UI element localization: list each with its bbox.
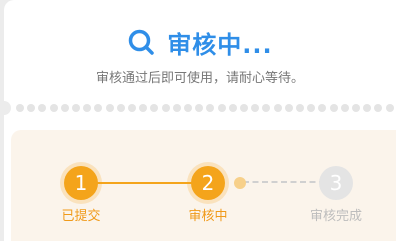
divider-dot — [284, 104, 293, 112]
divider-dot — [72, 104, 80, 112]
step-3-label: 审核完成 — [309, 209, 362, 224]
divider-dot — [49, 104, 58, 112]
step-3-number: 3 — [329, 171, 343, 195]
divider-dot — [240, 104, 248, 112]
divider-dot — [318, 104, 327, 112]
step-3-circle: 3 — [319, 166, 353, 200]
step-2-label: 审核中 — [188, 209, 228, 224]
divider-dot — [329, 104, 338, 112]
divider-dot — [273, 104, 282, 112]
divider-dot — [128, 104, 136, 112]
divider-dot — [161, 104, 170, 112]
step-1-number: 1 — [74, 171, 88, 195]
perforated-divider — [4, 101, 396, 115]
step-2-circle: 2 — [191, 166, 225, 200]
step-1-label: 已提交 — [61, 209, 101, 224]
divider-dot — [184, 104, 192, 112]
divider-dot — [296, 104, 304, 112]
divider-dot — [228, 104, 237, 112]
divider-dot — [385, 104, 394, 112]
divider-dot — [195, 104, 204, 112]
divider-dot — [340, 104, 349, 112]
divider-dot — [16, 104, 24, 112]
step-1-circle: 1 — [64, 166, 98, 200]
divider-dot — [83, 104, 92, 112]
divider-dot — [217, 104, 226, 112]
divider-dot — [116, 104, 125, 112]
search-icon — [129, 29, 155, 55]
divider-dot — [206, 104, 215, 112]
progress-indicator-dot — [234, 177, 246, 189]
divider-dot — [307, 104, 316, 112]
title-row: 审核中... — [4, 22, 396, 62]
step-connector-complete — [81, 182, 209, 184]
waiting-message: 审核通过后即可使用，请耐心等待。 — [95, 71, 304, 86]
review-status-card: 审核中... 审核通过后即可使用，请耐心等待。 1 已提交 2 审核中 3 审核… — [4, 0, 396, 241]
divider-dot — [150, 104, 159, 112]
divider-dot — [139, 104, 148, 112]
step-2-number: 2 — [201, 171, 215, 195]
divider-dot — [60, 104, 69, 112]
divider-dot — [352, 104, 360, 112]
divider-dot — [94, 104, 103, 112]
divider-dot — [27, 104, 36, 112]
progress-steps-panel: 1 已提交 2 审核中 3 审核完成 — [11, 130, 396, 241]
divider-dot — [172, 104, 181, 112]
divider-dot — [374, 104, 383, 112]
page-title: 审核中... — [167, 30, 273, 59]
divider-dot — [363, 104, 372, 112]
divider-dot — [262, 104, 271, 112]
divider-notch-left — [4, 101, 11, 115]
step-connector-pending — [243, 181, 325, 183]
divider-dot — [38, 104, 47, 112]
divider-dot — [105, 104, 114, 112]
divider-dot — [251, 104, 260, 112]
